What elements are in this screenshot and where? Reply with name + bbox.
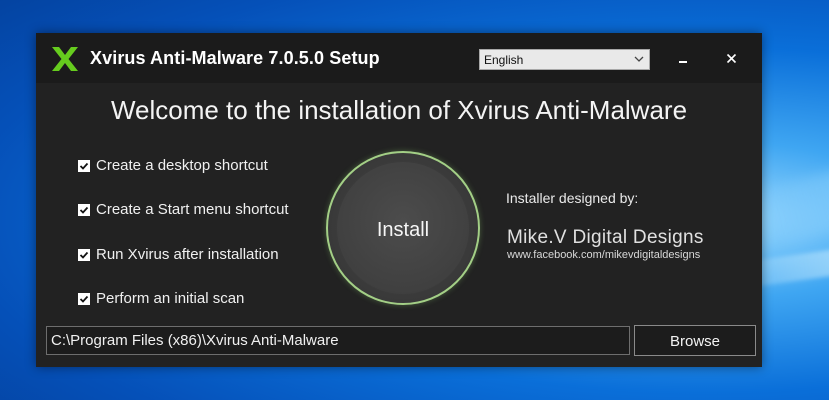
xvirus-logo-icon [52,47,78,71]
install-button[interactable]: Install [326,151,480,305]
close-icon [726,53,737,64]
option-label: Create a desktop shortcut [96,157,268,174]
close-button[interactable] [718,48,746,70]
option-label: Run Xvirus after installation [96,246,279,263]
checkbox[interactable] [78,293,90,305]
title-bar: Xvirus Anti-Malware 7.0.5.0 Setup Englis… [36,33,762,83]
checkbox[interactable] [78,249,90,261]
minimize-button[interactable] [667,48,695,70]
minimize-icon [679,61,687,63]
install-path-value: C:\Program Files (x86)\Xvirus Anti-Malwa… [51,332,339,349]
designer-caption: Installer designed by: [506,190,639,206]
designer-url: www.facebook.com/mikevdigitaldesigns [507,249,701,261]
browse-button[interactable]: Browse [634,325,756,356]
option-label: Create a Start menu shortcut [96,201,289,218]
option-label: Perform an initial scan [96,290,245,307]
setup-window: Xvirus Anti-Malware 7.0.5.0 Setup Englis… [36,33,762,367]
install-button-label: Install [376,219,430,241]
chevron-down-icon [634,56,644,62]
checkbox[interactable] [78,160,90,172]
designer-logo: Mike.V Digital Designs [507,227,704,248]
window-title: Xvirus Anti-Malware 7.0.5.0 Setup [90,48,380,68]
browse-button-label: Browse [669,333,721,350]
checkbox[interactable] [78,204,90,216]
language-select[interactable]: English [479,49,650,70]
welcome-heading: Welcome to the installation of Xvirus An… [110,95,688,125]
language-select-value: English [484,53,524,67]
install-path-input[interactable]: C:\Program Files (x86)\Xvirus Anti-Malwa… [46,326,630,355]
